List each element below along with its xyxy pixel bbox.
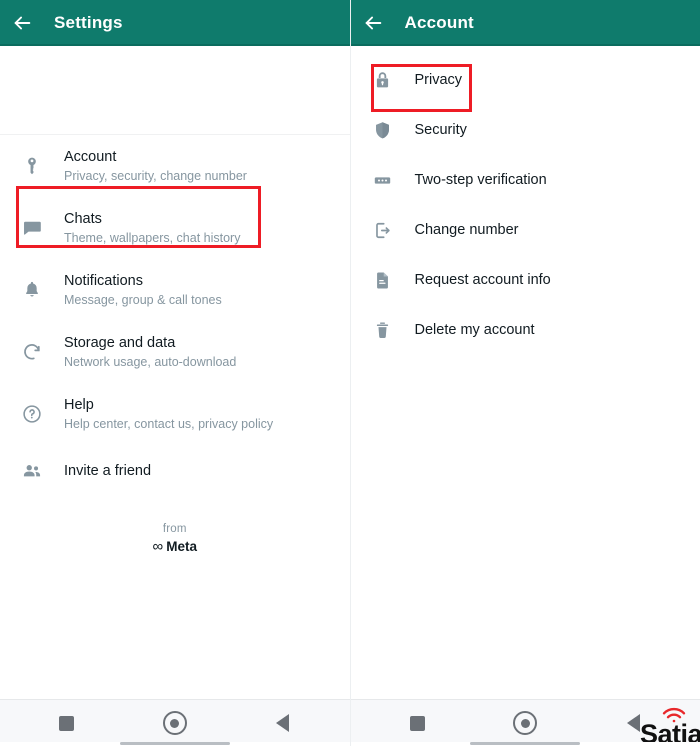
meta-branding: from ∞ Meta (0, 523, 350, 555)
meta-infinity-glyph: ∞ (153, 538, 163, 555)
item-title: Two-step verification (415, 171, 547, 189)
item-text-block: Privacy (415, 71, 463, 89)
account-item-delete-my-account[interactable]: Delete my account (351, 305, 700, 355)
item-subtitle: Privacy, security, change number (64, 168, 247, 185)
back-button[interactable] (351, 0, 395, 46)
item-title: Privacy (415, 71, 463, 89)
dual-screen-container: Settings Account Privacy, security, chan… (0, 0, 700, 746)
key-icon (0, 155, 64, 177)
square-icon (59, 716, 74, 731)
two-step-dots-icon (351, 170, 415, 191)
account-list: Privacy Security (351, 46, 700, 699)
account-item-privacy[interactable]: Privacy (351, 55, 700, 105)
page-title: Account (405, 13, 474, 33)
account-item-request-account-info[interactable]: Request account info (351, 255, 700, 305)
item-subtitle: Help center, contact us, privacy policy (64, 416, 273, 433)
meta-wordmark: Meta (166, 539, 197, 554)
system-back-button[interactable] (268, 708, 298, 738)
account-item-change-number[interactable]: Change number (351, 205, 700, 255)
item-subtitle: Message, group & call tones (64, 292, 222, 309)
item-title: Storage and data (64, 334, 236, 352)
item-text-block: Delete my account (415, 321, 535, 339)
sidebar-item-invite-a-friend[interactable]: Invite a friend (0, 445, 350, 497)
sidebar-item-help[interactable]: Help Help center, contact us, privacy po… (0, 383, 350, 445)
gesture-strip (0, 742, 350, 746)
item-text-block: Security (415, 121, 467, 139)
list-top-spacer (0, 46, 350, 134)
account-item-security[interactable]: Security (351, 105, 700, 155)
android-navigation-bar-left (0, 699, 350, 746)
people-icon (0, 460, 64, 482)
item-text-block: Help Help center, contact us, privacy po… (64, 396, 273, 433)
triangle-back-icon (627, 714, 640, 732)
item-text-block: Chats Theme, wallpapers, chat history (64, 210, 240, 247)
android-navigation-bar-right: Satia (351, 699, 700, 746)
item-title: Chats (64, 210, 240, 228)
wifi-icon (661, 707, 687, 723)
gesture-strip (351, 742, 700, 746)
item-text-block: Request account info (415, 271, 551, 289)
sidebar-item-storage-and-data[interactable]: Storage and data Network usage, auto-dow… (0, 321, 350, 383)
circle-icon (163, 711, 187, 735)
square-icon (410, 716, 425, 731)
recents-button[interactable] (402, 708, 432, 738)
settings-appbar: Settings (0, 0, 350, 46)
sidebar-item-account[interactable]: Account Privacy, security, change number (0, 135, 350, 197)
item-title: Delete my account (415, 321, 535, 339)
back-button[interactable] (0, 0, 44, 46)
item-text-block: Account Privacy, security, change number (64, 148, 247, 185)
recents-button[interactable] (52, 708, 82, 738)
home-button[interactable] (160, 708, 190, 738)
shield-icon (351, 120, 415, 141)
item-title: Invite a friend (64, 462, 151, 480)
item-text-block: Notifications Message, group & call tone… (64, 272, 222, 309)
account-item-two-step-verification[interactable]: Two-step verification (351, 155, 700, 205)
circle-icon (513, 711, 537, 735)
item-subtitle: Theme, wallpapers, chat history (64, 230, 240, 247)
bell-icon (0, 279, 64, 301)
meta-logo: ∞ Meta (0, 538, 350, 555)
item-text-block: Storage and data Network usage, auto-dow… (64, 334, 236, 371)
home-button[interactable] (510, 708, 540, 738)
item-title: Request account info (415, 271, 551, 289)
account-appbar: Account (351, 0, 700, 46)
triangle-back-icon (276, 714, 289, 732)
arrow-left-icon (11, 12, 33, 34)
arrow-left-icon (362, 12, 384, 34)
lock-icon (351, 70, 415, 91)
page-title: Settings (54, 13, 123, 33)
item-title: Notifications (64, 272, 222, 290)
settings-screen: Settings Account Privacy, security, chan… (0, 0, 351, 746)
sidebar-item-notifications[interactable]: Notifications Message, group & call tone… (0, 259, 350, 321)
item-title: Security (415, 121, 467, 139)
account-screen: Account Privacy (351, 0, 700, 746)
item-title: Change number (415, 221, 519, 239)
from-label: from (0, 523, 350, 535)
item-text-block: Invite a friend (64, 462, 151, 480)
chat-icon (0, 217, 64, 239)
change-number-icon (351, 220, 415, 241)
help-question-icon (0, 403, 64, 425)
trash-icon (351, 320, 415, 341)
item-title: Help (64, 396, 273, 414)
storage-arrows-icon (0, 341, 64, 363)
settings-list: Account Privacy, security, change number… (0, 46, 350, 699)
item-subtitle: Network usage, auto-download (64, 354, 236, 371)
document-icon (351, 270, 415, 291)
item-text-block: Two-step verification (415, 171, 547, 189)
item-text-block: Change number (415, 221, 519, 239)
item-title: Account (64, 148, 247, 166)
sidebar-item-chats[interactable]: Chats Theme, wallpapers, chat history (0, 197, 350, 259)
